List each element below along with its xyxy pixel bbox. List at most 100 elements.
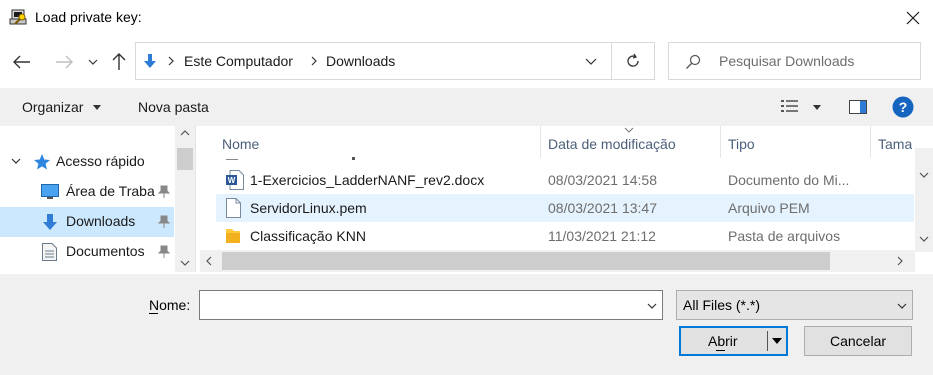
putty-key-icon bbox=[9, 9, 27, 25]
dialog-footer: Nome: All Files (*.*) Abrir Cancelar bbox=[0, 274, 933, 375]
caret-down-icon bbox=[813, 105, 821, 110]
new-folder-button[interactable]: Nova pasta bbox=[138, 99, 209, 115]
column-header-date[interactable]: Data de modificação bbox=[548, 136, 676, 152]
file-name: Classificação KNN bbox=[250, 228, 366, 244]
split-divider bbox=[767, 331, 768, 351]
caret-down-icon bbox=[93, 105, 101, 110]
arrow-up-icon bbox=[112, 53, 126, 70]
sidebar-item-documentos[interactable]: Documentos bbox=[0, 237, 174, 267]
chevron-down-icon bbox=[11, 158, 21, 164]
file-row[interactable]: ServidorLinux.pem 08/03/2021 13:47 Arqui… bbox=[216, 194, 914, 222]
filetype-select[interactable]: All Files (*.*) bbox=[676, 290, 913, 320]
sidebar-item-label: Documentos bbox=[66, 243, 145, 259]
close-button[interactable] bbox=[896, 4, 930, 32]
cancel-button[interactable]: Cancelar bbox=[804, 326, 912, 356]
column-divider[interactable] bbox=[870, 126, 871, 158]
back-button[interactable] bbox=[10, 50, 34, 74]
cancel-button-label: Cancelar bbox=[829, 333, 887, 349]
preview-pane-icon bbox=[849, 100, 867, 114]
preview-pane-button[interactable] bbox=[846, 97, 870, 117]
horizontal-scrollbar[interactable] bbox=[200, 250, 915, 272]
file-date: 08/03/2021 14:58 bbox=[548, 172, 657, 188]
file-type: Documento do Mi... bbox=[728, 172, 850, 188]
pin-icon bbox=[158, 245, 170, 258]
file-type: Pasta de arquivos bbox=[728, 228, 841, 244]
sort-indicator-icon bbox=[624, 127, 634, 133]
partial-row-fragment bbox=[226, 156, 356, 160]
sidebar-scrollbar[interactable] bbox=[175, 126, 195, 272]
command-bar: Organizar Nova pasta ? bbox=[0, 88, 933, 126]
mnemonic-underline bbox=[149, 313, 158, 314]
download-arrow-icon bbox=[43, 214, 57, 230]
sidebar-item-acesso-rapido[interactable]: Acesso rápido bbox=[0, 147, 174, 177]
download-arrow-icon bbox=[144, 54, 156, 68]
arrow-left-icon bbox=[13, 55, 30, 69]
breadcrumb-este-computador[interactable]: Este Computador bbox=[184, 53, 293, 69]
search-box[interactable]: Pesquisar Downloads bbox=[668, 42, 921, 80]
chevron-down-icon bbox=[919, 236, 929, 242]
pin-icon bbox=[158, 215, 170, 228]
file-date: 11/03/2021 21:12 bbox=[548, 228, 656, 244]
refresh-icon bbox=[627, 53, 639, 67]
star-icon bbox=[34, 154, 50, 170]
sidebar-item-label: Downloads bbox=[66, 213, 136, 229]
chevron-down-icon bbox=[180, 260, 190, 266]
arrow-right-icon bbox=[56, 55, 73, 69]
sidebar-item-area-de-trabalho[interactable]: Área de Traba bbox=[0, 177, 174, 207]
file-list-scrollbar[interactable] bbox=[915, 148, 933, 252]
chevron-right-icon bbox=[168, 56, 174, 66]
search-icon bbox=[686, 54, 701, 69]
up-button[interactable] bbox=[107, 50, 131, 74]
address-dropdown-button[interactable] bbox=[579, 51, 603, 71]
horizontal-scroll-thumb[interactable] bbox=[222, 252, 830, 270]
organize-button[interactable]: Organizar bbox=[22, 99, 83, 115]
window-title: Load private key: bbox=[35, 9, 142, 25]
address-bar[interactable]: Este Computador Downloads bbox=[135, 42, 655, 80]
folder-icon bbox=[226, 229, 240, 243]
sidebar-item-label: Área de Traba bbox=[66, 183, 155, 199]
svg-text:W: W bbox=[228, 176, 236, 185]
svg-text:?: ? bbox=[899, 99, 908, 115]
chevron-down-icon bbox=[88, 59, 98, 65]
file-date: 08/03/2021 13:47 bbox=[548, 200, 657, 216]
recent-locations-button[interactable] bbox=[82, 50, 104, 74]
desktop-icon bbox=[41, 184, 59, 199]
refresh-button[interactable] bbox=[621, 50, 645, 72]
filetype-value: All Files (*.*) bbox=[683, 297, 761, 313]
document-icon bbox=[42, 243, 57, 261]
forward-button[interactable] bbox=[52, 50, 76, 74]
details-view-icon bbox=[781, 100, 798, 112]
title-bar: Load private key: bbox=[0, 0, 933, 36]
column-divider[interactable] bbox=[720, 126, 721, 158]
view-options-button[interactable] bbox=[778, 97, 826, 117]
column-header-type[interactable]: Tipo bbox=[728, 136, 755, 152]
chevron-down-icon bbox=[585, 58, 597, 65]
chevron-down-icon bbox=[647, 303, 657, 309]
file-row[interactable]: Classificação KNN 11/03/2021 21:12 Pasta… bbox=[216, 222, 914, 250]
chevron-down-icon bbox=[897, 303, 907, 309]
chevron-down-icon bbox=[919, 172, 929, 178]
search-placeholder: Pesquisar Downloads bbox=[719, 53, 855, 69]
help-icon: ? bbox=[892, 96, 914, 118]
breadcrumb-downloads[interactable]: Downloads bbox=[326, 53, 395, 69]
sidebar-item-downloads[interactable]: Downloads bbox=[0, 207, 174, 237]
help-button[interactable]: ? bbox=[892, 96, 914, 118]
file-name: 1-Exercicios_LadderNANF_rev2.docx bbox=[250, 172, 485, 188]
chevron-left-icon bbox=[206, 256, 212, 266]
chevron-right-icon bbox=[311, 56, 317, 66]
file-type: Arquivo PEM bbox=[728, 200, 810, 216]
mnemonic-underline bbox=[716, 350, 725, 351]
filename-input[interactable] bbox=[199, 290, 663, 320]
open-button-label: Abrir bbox=[708, 333, 738, 349]
sidebar-item-label: Acesso rápido bbox=[56, 153, 145, 169]
address-divider bbox=[611, 43, 612, 79]
column-divider[interactable] bbox=[540, 126, 541, 158]
column-header-name[interactable]: Nome bbox=[222, 136, 259, 152]
open-button[interactable]: Abrir bbox=[679, 326, 788, 356]
blank-file-icon bbox=[226, 198, 241, 218]
file-row[interactable]: W 1-Exercicios_LadderNANF_rev2.docx 08/0… bbox=[216, 166, 914, 194]
column-header-size[interactable]: Tama bbox=[878, 136, 912, 152]
pin-icon bbox=[158, 185, 170, 198]
sidebar-scroll-thumb[interactable] bbox=[177, 148, 193, 170]
chevron-right-icon bbox=[897, 256, 903, 266]
